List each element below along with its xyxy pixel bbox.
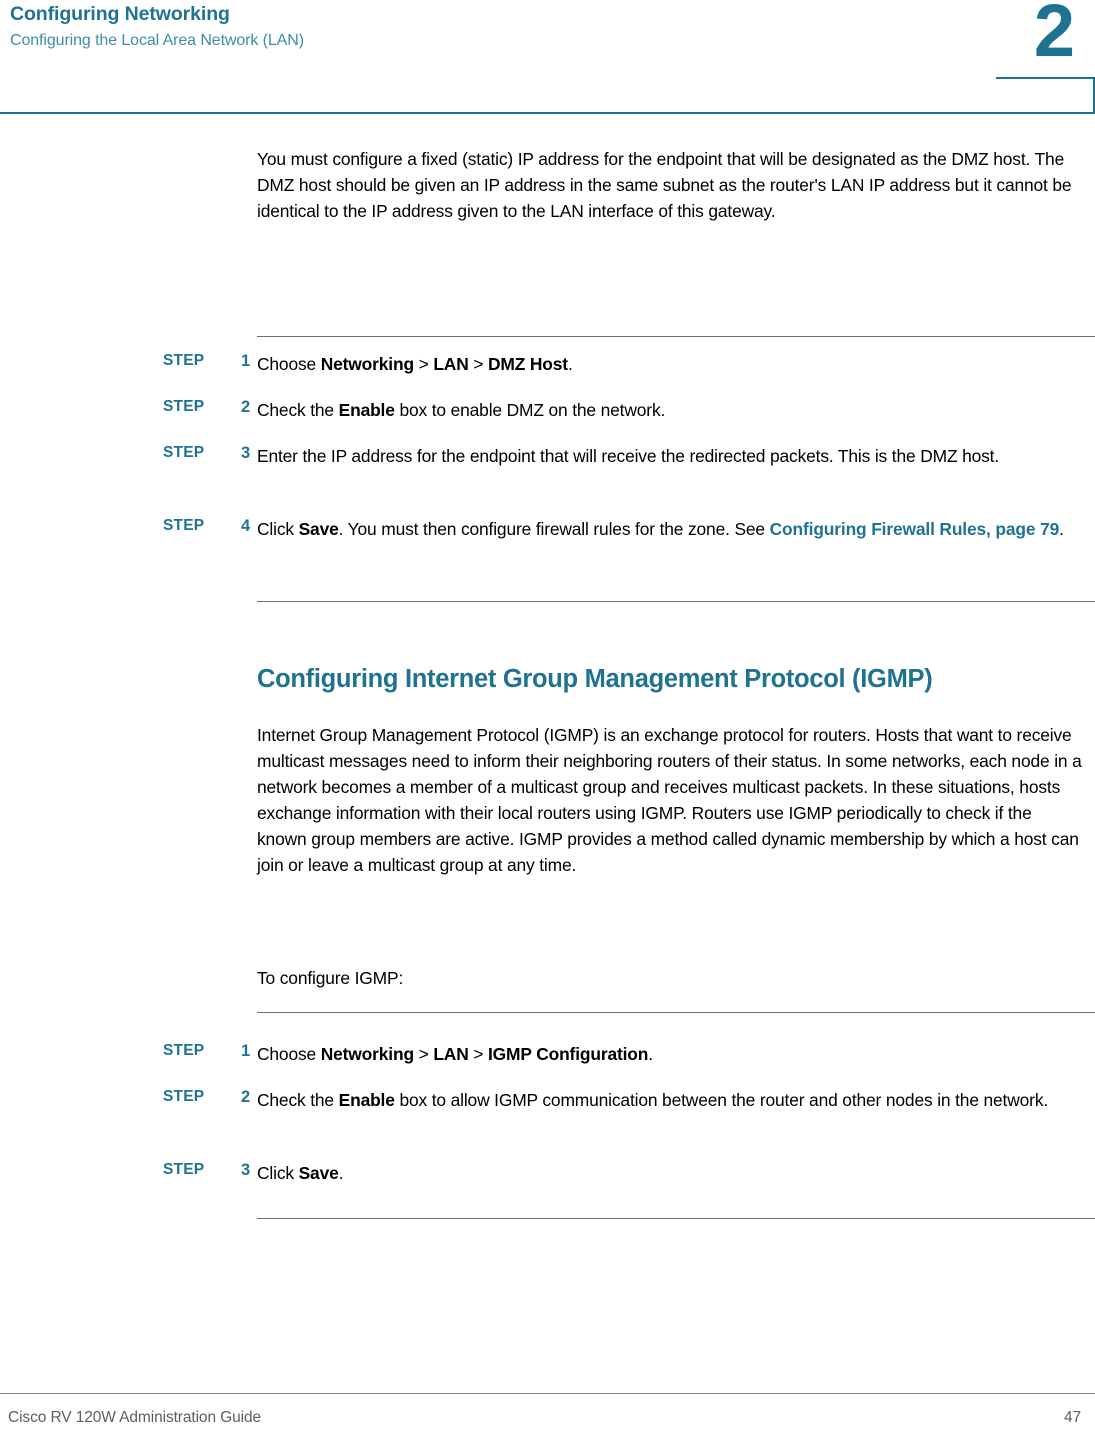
step-text-run: > [413,1044,434,1064]
ui-term: Networking [320,1044,414,1064]
ui-term: Save [298,1163,339,1183]
step-text-run: > [468,354,488,374]
step-number: 1 [241,352,251,370]
step-text-run: > [468,1044,488,1064]
step-label: STEP [163,398,205,415]
ui-term: IGMP Configuration [487,1044,649,1064]
step-text-run: Choose [257,1044,321,1064]
ui-term: Enable [338,1090,395,1110]
dmz-intro-paragraph: You must configure a fixed (static) IP a… [257,149,1072,221]
igmp-steps-rule-bottom [257,1218,1095,1219]
step-number: 1 [241,1042,251,1060]
document-page: Configuring Networking Configuring the L… [0,0,1095,1453]
step-number: 2 [241,1088,251,1106]
header-rule-bottom [0,112,1095,114]
step-text-run: . [648,1044,653,1064]
footer-rule [0,1393,1095,1394]
igmp-steps-rule-top [257,1012,1095,1013]
footer-page-number: 47 [1063,1409,1081,1426]
step-text-run: > [413,354,434,374]
ui-term: Enable [338,400,395,420]
step-text-run: . [567,354,573,374]
step-label: STEP [163,352,205,369]
ui-term: LAN [433,1044,469,1064]
step-text: Choose Networking > LAN > DMZ Host. [257,351,1083,377]
step-text-run: Choose [257,354,321,374]
ui-term: Networking [320,354,414,374]
step-text: Check the Enable box to enable DMZ on th… [257,397,1083,423]
header-chapter-title: Configuring Networking [10,3,230,25]
igmp-lead-in-text: To configure IGMP: [257,968,404,988]
step-text-run: box to enable DMZ on the network. [394,400,666,420]
step-text-run: Enter the IP address for the endpoint th… [257,446,1000,466]
ui-term: Save [298,519,339,539]
step-text: Check the Enable box to allow IGMP commu… [257,1087,1083,1113]
step-label: STEP [163,444,205,461]
footer-guide-title: Cisco RV 120W Administration Guide [8,1409,262,1426]
step-number: 3 [241,1161,251,1179]
step-text-run: . [338,1163,344,1183]
step-text: Click Save. [257,1160,1083,1186]
step-number: 4 [241,517,251,535]
header-section-subtitle: Configuring the Local Area Network (LAN) [10,32,304,49]
cross-reference-link[interactable]: Configuring Firewall Rules, page 79 [770,519,1060,539]
page-footer: Cisco RV 120W Administration Guide 47 [0,1393,1095,1453]
step-text: Choose Networking > LAN > IGMP Configura… [257,1041,1083,1067]
ui-term: LAN [433,354,469,374]
igmp-description-paragraph: Internet Group Management Protocol (IGMP… [257,725,1082,875]
step-label: STEP [163,1161,205,1178]
step-text-run: Click [257,1163,299,1183]
step-text-run: . You must then configure firewall rules… [338,519,770,539]
step-text-run: box to allow IGMP communication between … [394,1090,1049,1110]
step-text-run: Check the [257,400,339,420]
step-label: STEP [163,1042,205,1059]
dmz-steps-rule-top [257,336,1095,337]
step-label: STEP [163,517,205,534]
header-rule-top-segment [996,77,1094,79]
step-text-run: Click [257,519,299,539]
ui-term: DMZ Host [487,354,568,374]
page-header: Configuring Networking Configuring the L… [0,0,1095,118]
step-label: STEP [163,1088,205,1105]
igmp-section-heading: Configuring Internet Group Management Pr… [257,665,933,693]
step-text: Enter the IP address for the endpoint th… [257,443,1083,469]
step-text: Click Save. You must then configure fire… [257,516,1083,542]
dmz-steps-rule-bottom [257,601,1095,602]
step-number: 2 [241,398,251,416]
header-rule-right-segment [1093,77,1095,114]
step-text-run: Check the [257,1090,339,1110]
step-number: 3 [241,444,251,462]
step-text-run: . [1059,519,1064,539]
chapter-number: 2 [1033,0,1075,72]
